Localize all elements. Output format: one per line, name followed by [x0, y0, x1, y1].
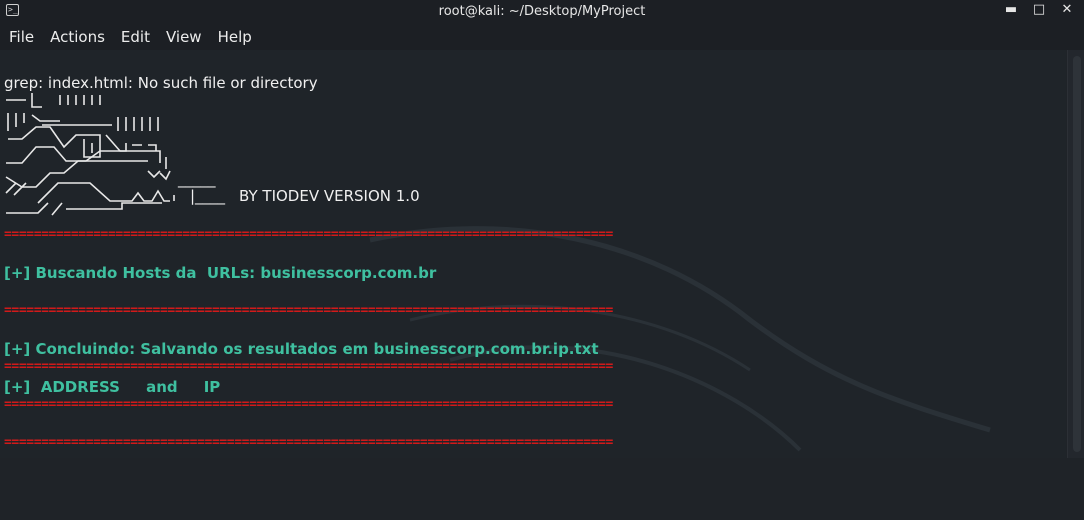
window-title: root@kali: ~/Desktop/MyProject [438, 4, 646, 19]
menu-view[interactable]: View [158, 28, 210, 46]
menu-help[interactable]: Help [210, 28, 260, 46]
window-controls: ▬ □ ✕ [1004, 2, 1074, 17]
separator-line: ========================================… [4, 359, 613, 374]
conclude-line: [+] Concluindo: Salvando os resultados e… [4, 340, 599, 358]
scroll-thumb[interactable] [1073, 56, 1081, 452]
separator-line: ========================================… [4, 303, 613, 318]
banner-pipe: |____ [190, 187, 226, 205]
menu-bar: File Actions Edit View Help [0, 23, 1084, 50]
menu-file[interactable]: File [0, 28, 42, 46]
banner-underscores: _____ [178, 170, 216, 188]
search-hosts-line: [+] Buscando Hosts da URLs: businesscorp… [4, 264, 437, 282]
separator-line: ========================================… [4, 227, 613, 242]
separator-line: ========================================… [4, 397, 613, 412]
menu-actions[interactable]: Actions [42, 28, 113, 46]
maximize-icon[interactable]: □ [1032, 2, 1046, 17]
grep-error-line: grep: index.html: No such file or direct… [4, 74, 318, 92]
menu-edit[interactable]: Edit [113, 28, 158, 46]
version-label: BY TIODEV VERSION 1.0 [239, 187, 420, 205]
title-bar: >_ root@kali: ~/Desktop/MyProject ▬ □ ✕ [0, 0, 1084, 23]
close-icon[interactable]: ✕ [1060, 2, 1074, 17]
scrollbar[interactable] [1067, 50, 1084, 458]
separator-line: ========================================… [4, 435, 613, 450]
minimize-icon[interactable]: ▬ [1004, 2, 1018, 17]
terminal-icon: >_ [6, 4, 19, 16]
address-ip-line: [+] ADDRESS and IP [4, 378, 221, 396]
